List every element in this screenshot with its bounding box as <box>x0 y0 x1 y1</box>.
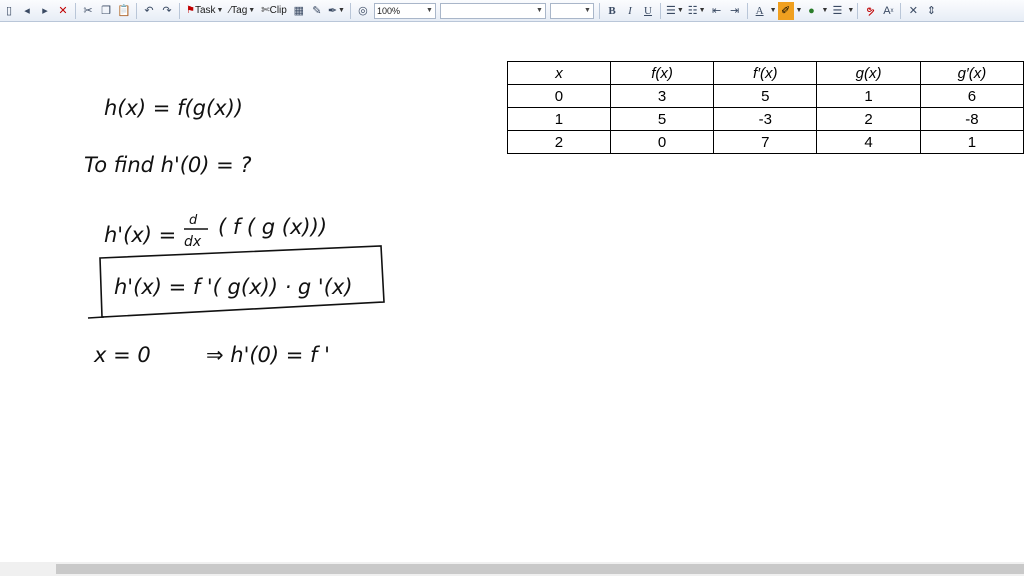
chevron-down-icon[interactable]: ▼ <box>821 7 828 14</box>
table-row: 0 3 5 1 6 <box>507 84 1024 108</box>
cut-icon[interactable]: ✂ <box>80 2 96 20</box>
note-line-2: To find h'(0) = ? <box>84 153 252 177</box>
line-style-icon[interactable]: ☰ <box>829 2 845 20</box>
table-row: 1 5 -3 2 -8 <box>507 107 1024 131</box>
tag-label: Tag <box>231 4 248 16</box>
increase-indent-icon[interactable]: ⇥ <box>727 2 743 20</box>
table-cell: 0 <box>507 84 611 108</box>
bold-button[interactable]: B <box>604 2 620 20</box>
undo-icon[interactable]: ↶ <box>141 2 157 20</box>
zoom-select[interactable]: 100% ▼ <box>373 2 436 19</box>
toolbar-separator <box>349 2 351 19</box>
chevron-down-icon[interactable]: ▼ <box>796 7 803 14</box>
note-line-5-a: x = 0 <box>93 343 151 367</box>
underline-button[interactable]: U <box>640 2 656 20</box>
toolbar-separator <box>136 2 137 19</box>
fill-color-icon[interactable]: ● <box>803 2 819 20</box>
note-line-5-b: ⇒ h'(0) = f ' <box>206 343 330 367</box>
header-f: f(x) <box>609 61 715 85</box>
note-line-4: h'(x) = f '( g(x)) · g '(x) <box>114 275 353 299</box>
chevron-down-icon: ▼ <box>216 6 224 14</box>
italic-button[interactable]: I <box>622 2 638 20</box>
insert-space-icon[interactable]: ⇕ <box>923 2 939 20</box>
table-cell: 1 <box>919 130 1024 154</box>
close-icon[interactable]: ✕ <box>905 2 921 20</box>
decrease-indent-icon[interactable]: ⇤ <box>709 2 725 20</box>
table-cell: 5 <box>713 84 818 108</box>
handwritten-notes: h(x) = f(g(x)) To find h'(0) = ? h'(x) =… <box>84 96 385 367</box>
header-g-prime: g′(x) <box>919 61 1024 85</box>
tag-button[interactable]: ∕ Tag ▼ <box>227 2 257 20</box>
flag-icon: ⚑ <box>186 4 195 16</box>
header-f-prime: f′(x) <box>713 61 818 85</box>
toolbar-separator <box>75 2 76 19</box>
highlight-color-icon[interactable]: ✐ <box>777 1 794 20</box>
note-canvas[interactable]: h(x) = f(g(x)) To find h'(0) = ? h'(x) =… <box>0 22 1024 562</box>
table-cell: -3 <box>713 107 818 131</box>
toolbar-separator <box>900 2 902 19</box>
table-cell: 0 <box>609 130 715 154</box>
box-tail-line <box>87 316 105 319</box>
back-arrow-icon[interactable]: ◂ <box>19 2 35 20</box>
horizontal-scrollbar[interactable] <box>0 562 1024 576</box>
table-cell: 4 <box>816 130 921 154</box>
table-icon[interactable]: ▦ <box>291 2 307 20</box>
task-label: Task <box>194 4 216 16</box>
note-line-1: h(x) = f(g(x)) <box>104 96 243 120</box>
copy-icon[interactable]: ❐ <box>98 2 114 20</box>
highlighter-pen-icon[interactable]: ✒ ▼ <box>327 2 346 20</box>
redo-icon[interactable]: ↷ <box>159 2 175 20</box>
format-painter-icon[interactable]: ✎ <box>309 2 325 20</box>
forward-arrow-icon[interactable]: ▸ <box>37 2 53 20</box>
superscript-button[interactable]: Ax <box>880 2 896 20</box>
zoom-icon: ◎ <box>358 4 368 17</box>
bullet-list-icon[interactable]: ☰ ▼ <box>665 2 685 20</box>
chevron-down-icon[interactable]: ▼ <box>847 7 854 14</box>
header-x: x <box>507 61 611 85</box>
new-page-icon[interactable]: ▯ <box>1 2 17 20</box>
table-cell: 7 <box>713 130 818 154</box>
table-row: 2 0 7 4 1 <box>507 130 1024 154</box>
table-cell: 1 <box>507 107 611 131</box>
clip-button[interactable]: ✄ Clip <box>259 2 289 20</box>
font-size-select[interactable]: ▼ <box>549 2 594 19</box>
toolbar-separator <box>857 2 859 19</box>
task-button[interactable]: ⚑ Task ▼ <box>184 2 225 20</box>
chevron-down-icon[interactable]: ▼ <box>770 7 777 14</box>
note-line-3-rhs: ( f ( g (x))) <box>218 215 327 239</box>
table-cell: 2 <box>507 130 611 154</box>
values-table: x f(x) f′(x) g(x) g′(x) 0 3 5 1 6 1 5 -3… <box>507 61 1024 154</box>
superscript-label: A <box>883 4 891 17</box>
chevron-down-icon: ▼ <box>536 7 543 14</box>
note-line-3-lhs: h'(x) = <box>104 223 176 247</box>
table-cell: 5 <box>609 107 715 131</box>
lasso-icon[interactable]: ຯ <box>862 2 878 20</box>
zoom-value: 100% <box>376 5 401 16</box>
editor-toolbar: ▯ ◂ ▸ ✕ ✂ ❐ 📋 ↶ ↷ ⚑ Task ▼ ∕ Tag ▼ ✄ Cli… <box>0 0 1024 22</box>
table-cell: 3 <box>609 84 715 108</box>
header-g: g(x) <box>816 61 921 85</box>
table-cell: 2 <box>816 107 921 131</box>
scrollbar-thumb[interactable] <box>56 564 1024 574</box>
note-line-3-numerator: d <box>189 213 198 228</box>
toolbar-separator <box>746 2 748 19</box>
toolbar-separator <box>659 2 661 19</box>
chevron-down-icon: ▼ <box>426 7 433 14</box>
chevron-down-icon: ▼ <box>248 6 256 14</box>
delete-page-icon[interactable]: ✕ <box>55 2 71 20</box>
toolbar-separator <box>598 2 600 19</box>
note-line-3-denominator: dx <box>184 234 202 250</box>
font-name-select[interactable]: ▼ <box>439 2 546 19</box>
table-header-row: x f(x) f′(x) g(x) g′(x) <box>507 61 1024 85</box>
table-cell: -8 <box>919 107 1024 131</box>
font-color-button[interactable]: A <box>752 2 768 20</box>
chevron-down-icon: ▼ <box>584 7 591 14</box>
numbered-list-icon[interactable]: ☷ ▼ <box>687 2 707 20</box>
clip-icon: ✄ <box>261 4 270 16</box>
toolbar-separator <box>179 2 180 19</box>
table-cell: 1 <box>816 84 921 108</box>
clip-label: Clip <box>269 4 287 16</box>
paste-icon[interactable]: 📋 <box>116 2 132 20</box>
table-cell: 6 <box>919 84 1024 108</box>
